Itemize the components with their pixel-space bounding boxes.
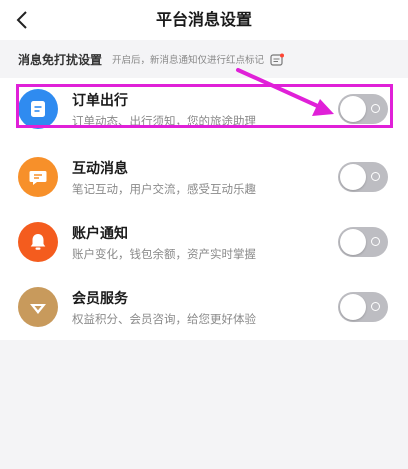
- list-item-order-travel: 订单出行 订单动态、出行须知，您的旅途助理: [0, 78, 408, 140]
- header-bar: 平台消息设置: [0, 0, 408, 40]
- section-hint: 开启后，新消息通知仅进行红点标记: [112, 55, 265, 66]
- message-category-list: 订单出行 订单动态、出行须知，您的旅途助理 互动消息 笔记互动，用户交流，感受互…: [0, 78, 408, 340]
- toggle-knob: [340, 96, 366, 122]
- toggle-off-indicator: [371, 302, 380, 311]
- toggle-account[interactable]: [338, 227, 388, 257]
- toggle-knob: [340, 164, 366, 190]
- item-description: 账户变化，钱包余额，资产实时掌握: [72, 247, 256, 261]
- item-description: 权益积分、会员咨询，给您更好体验: [72, 312, 256, 326]
- message-badge-icon: [270, 52, 285, 66]
- item-description: 笔记互动，用户交流，感受互动乐趣: [72, 182, 256, 196]
- toggle-order-travel[interactable]: [338, 94, 388, 124]
- chat-bubble-icon: [18, 157, 58, 197]
- item-description: 订单动态、出行须知，您的旅途助理: [72, 114, 256, 128]
- toggle-off-indicator: [371, 172, 380, 181]
- list-item-interaction: 互动消息 笔记互动，用户交流，感受互动乐趣: [0, 146, 408, 208]
- toggle-off-indicator: [371, 237, 380, 246]
- document-icon: [18, 89, 58, 129]
- toggle-off-indicator: [371, 104, 380, 113]
- page-title: 平台消息设置: [155, 10, 252, 29]
- diamond-icon: [18, 287, 58, 327]
- toggle-knob: [340, 294, 366, 320]
- section-title: 消息免打扰设置: [18, 52, 103, 67]
- item-title: 订单出行: [72, 93, 128, 109]
- item-title: 账户通知: [72, 226, 128, 242]
- item-title: 会员服务: [72, 291, 128, 307]
- list-item-account: 账户通知 账户变化，钱包余额，资产实时掌握: [0, 211, 408, 273]
- item-title: 互动消息: [72, 161, 128, 177]
- list-item-membership: 会员服务 权益积分、会员咨询，给您更好体验: [0, 276, 408, 338]
- bell-icon: [18, 222, 58, 262]
- toggle-knob: [340, 229, 366, 255]
- toggle-interaction[interactable]: [338, 162, 388, 192]
- dnd-section-header: 消息免打扰设置 开启后，新消息通知仅进行红点标记: [0, 40, 408, 78]
- toggle-membership[interactable]: [338, 292, 388, 322]
